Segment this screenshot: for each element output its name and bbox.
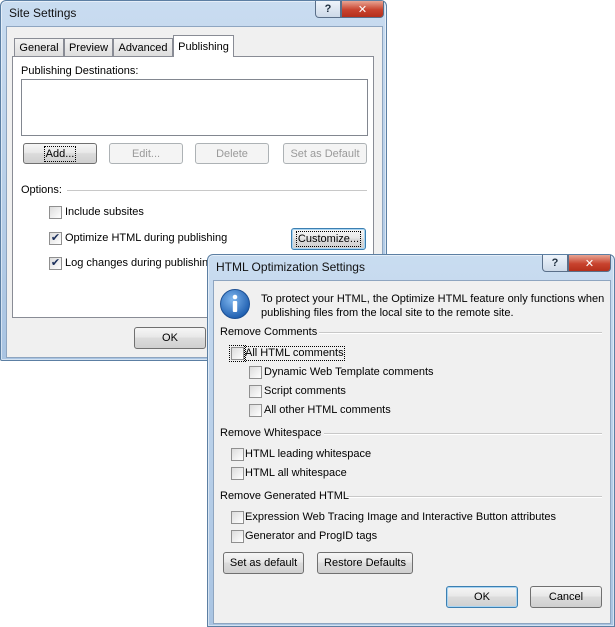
tab-advanced[interactable]: Advanced xyxy=(113,38,173,57)
set-as-default-button[interactable]: Set as default xyxy=(223,552,304,574)
edit-button[interactable]: Edit... xyxy=(109,143,183,164)
dwt-comments-checkbox[interactable] xyxy=(249,366,262,379)
site-settings-ok-button[interactable]: OK xyxy=(134,327,206,349)
html-optimization-help-button[interactable]: ? xyxy=(542,255,568,272)
publishing-destinations-list[interactable] xyxy=(21,79,368,136)
all-html-comments-label: All HTML comments xyxy=(244,346,345,361)
customize-button-label: Customize... xyxy=(295,231,362,247)
close-icon: ✕ xyxy=(357,3,368,16)
remove-comments-divider xyxy=(319,332,602,334)
site-settings-help-button[interactable]: ? xyxy=(315,1,341,18)
html-optimization-close-button[interactable]: ✕ xyxy=(568,255,611,272)
script-comments-checkbox[interactable] xyxy=(249,385,262,398)
set-as-default-button-label: Set as Default xyxy=(290,147,360,160)
options-group-label: Options: xyxy=(21,184,62,196)
site-settings-title: Site Settings xyxy=(9,6,77,20)
generator-progid-checkbox[interactable] xyxy=(231,530,244,543)
html-optimization-ok-button[interactable]: OK xyxy=(446,586,518,608)
help-icon: ? xyxy=(551,257,559,269)
html-optimization-cancel-label: Cancel xyxy=(548,591,584,603)
set-as-default-label: Set as default xyxy=(229,557,298,569)
html-optimization-ok-label: OK xyxy=(474,591,490,603)
all-whitespace-checkbox[interactable] xyxy=(231,467,244,480)
remove-whitespace-group-label: Remove Whitespace xyxy=(220,427,322,439)
tracing-image-checkbox[interactable] xyxy=(231,511,244,524)
remove-generated-divider xyxy=(347,496,602,498)
edit-button-label: Edit... xyxy=(131,147,161,160)
info-icon xyxy=(220,289,250,319)
options-divider xyxy=(67,190,367,192)
other-html-comments-checkbox[interactable] xyxy=(249,404,262,417)
include-subsites-label: Include subsites xyxy=(65,206,144,218)
restore-defaults-label: Restore Defaults xyxy=(324,557,406,569)
script-comments-label: Script comments xyxy=(264,385,346,397)
log-changes-checkbox[interactable]: ✔ xyxy=(49,257,62,270)
site-settings-titlebar[interactable]: Site Settings ? ✕ xyxy=(1,1,386,25)
optimize-html-check-mark: ✔ xyxy=(50,232,61,244)
delete-button[interactable]: Delete xyxy=(195,143,269,164)
tab-publishing-label: Publishing xyxy=(178,40,229,53)
close-icon: ✕ xyxy=(584,257,595,270)
tab-preview-label: Preview xyxy=(68,42,109,54)
tab-general[interactable]: General xyxy=(14,38,64,57)
restore-defaults-button[interactable]: Restore Defaults xyxy=(317,552,413,574)
set-as-default-button[interactable]: Set as Default xyxy=(283,143,367,164)
optimize-html-label: Optimize HTML during publishing xyxy=(65,232,228,244)
log-changes-label: Log changes during publishing xyxy=(65,257,215,269)
help-icon: ? xyxy=(324,3,332,15)
dwt-comments-label: Dynamic Web Template comments xyxy=(264,366,434,378)
site-settings-ok-label: OK xyxy=(162,332,178,344)
leading-whitespace-label: HTML leading whitespace xyxy=(245,448,372,460)
delete-button-label: Delete xyxy=(216,147,248,160)
info-text-line-1: To protect your HTML, the Optimize HTML … xyxy=(261,293,605,305)
add-button[interactable]: Add... xyxy=(23,143,97,164)
leading-whitespace-checkbox[interactable] xyxy=(231,448,244,461)
generator-progid-label: Generator and ProgID tags xyxy=(245,530,378,542)
remove-generated-group-label: Remove Generated HTML xyxy=(220,490,349,502)
html-optimization-client: To protect your HTML, the Optimize HTML … xyxy=(213,280,611,624)
html-optimization-cancel-button[interactable]: Cancel xyxy=(530,586,602,608)
tab-preview[interactable]: Preview xyxy=(64,38,113,57)
other-html-comments-label: All other HTML comments xyxy=(264,404,391,416)
site-settings-close-button[interactable]: ✕ xyxy=(341,1,384,18)
html-optimization-title: HTML Optimization Settings xyxy=(216,260,365,274)
tab-advanced-label: Advanced xyxy=(118,42,168,54)
tab-publishing[interactable]: Publishing xyxy=(173,35,234,57)
customize-button[interactable]: Customize... xyxy=(291,228,366,250)
tab-general-label: General xyxy=(19,42,59,54)
html-optimization-titlebar[interactable]: HTML Optimization Settings ? ✕ xyxy=(208,255,614,279)
all-html-comments-checkbox[interactable] xyxy=(229,345,246,362)
remove-comments-group-label: Remove Comments xyxy=(220,326,318,338)
log-changes-check-mark: ✔ xyxy=(50,257,61,269)
all-whitespace-label: HTML all whitespace xyxy=(245,467,347,479)
optimize-html-checkbox[interactable]: ✔ xyxy=(49,232,62,245)
publishing-destinations-label: Publishing Destinations: xyxy=(21,65,139,77)
include-subsites-checkbox[interactable] xyxy=(49,206,62,219)
add-button-label: Add... xyxy=(43,145,77,162)
html-optimization-dialog: HTML Optimization Settings ? ✕ To protec… xyxy=(207,254,615,627)
tracing-image-label: Expression Web Tracing Image and Interac… xyxy=(245,511,557,523)
remove-whitespace-divider xyxy=(324,433,602,435)
info-text-line-2: publishing files from the local site to … xyxy=(261,307,514,319)
